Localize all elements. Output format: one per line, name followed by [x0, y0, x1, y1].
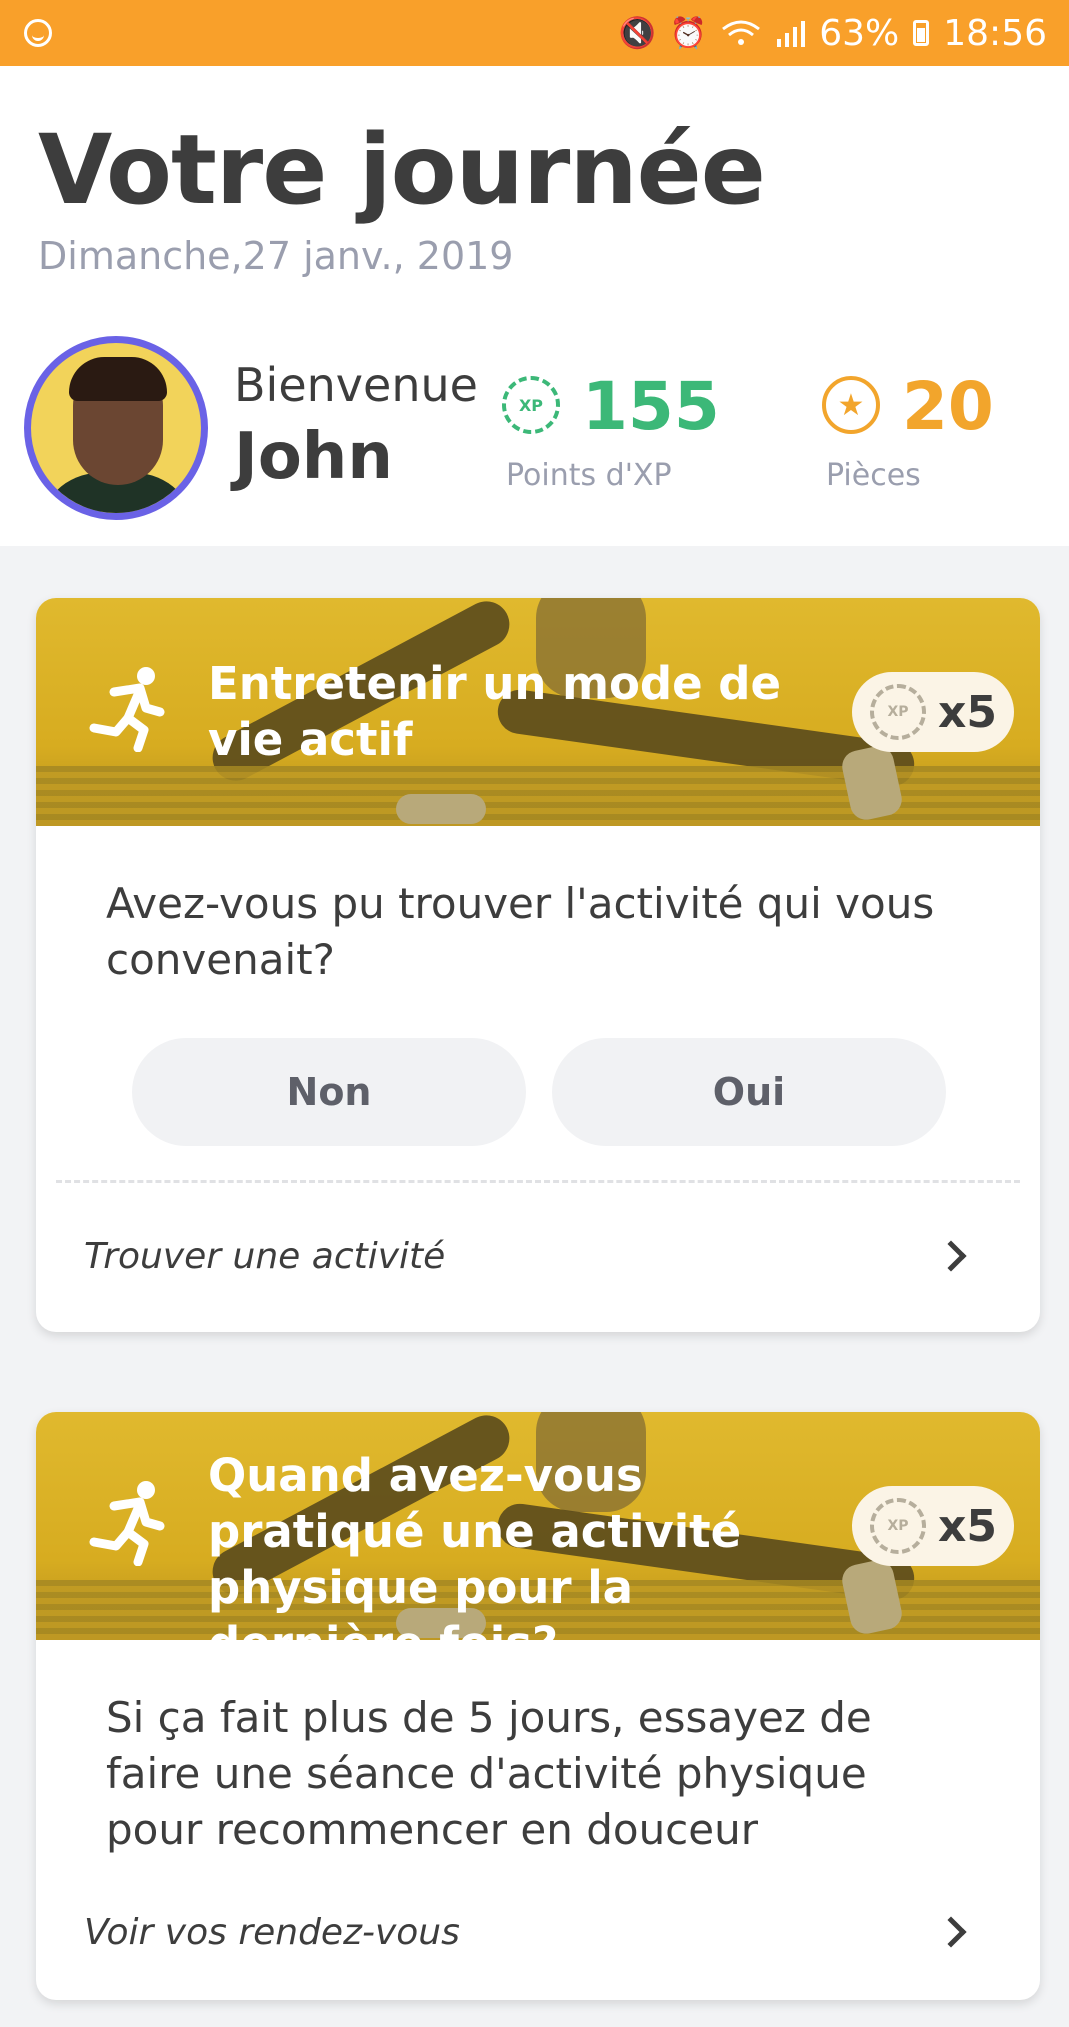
chevron-right-icon: [935, 1240, 967, 1272]
card-text: Si ça fait plus de 5 jours, essayez de f…: [106, 1693, 872, 1854]
page-title: Votre journée: [38, 114, 766, 226]
challenge-card-active-lifestyle: Entretenir un mode de vie actif XP x5 Av…: [36, 598, 1040, 1332]
card-question: Avez-vous pu trouver l'activité qui vous…: [106, 879, 935, 984]
card-banner: Entretenir un mode de vie actif XP x5: [36, 598, 1040, 826]
xp-badge-icon: XP: [870, 684, 926, 740]
link-label: Voir vos rendez-vous: [84, 1911, 460, 1953]
welcome-label: Bienvenue: [234, 358, 478, 412]
xp-points-value: 155: [582, 368, 720, 445]
running-person-icon: [84, 662, 174, 753]
signal-icon: [775, 19, 806, 47]
alarm-icon: ⏰: [669, 15, 708, 51]
answer-no-button[interactable]: Non: [132, 1038, 526, 1146]
wifi-icon: [721, 19, 761, 47]
running-person-icon: [84, 1476, 174, 1567]
header: Votre journée Dimanche,27 janv., 2019 Bi…: [0, 66, 1069, 546]
link-label: Trouver une activité: [84, 1235, 446, 1277]
xp-badge-icon: XP: [870, 1498, 926, 1554]
coins-label: Pièces: [826, 458, 921, 493]
xp-badge-icon: XP: [502, 376, 560, 434]
challenge-card-last-activity: Quand avez-vous pratiqué une activité ph…: [36, 1412, 1040, 2000]
avatar[interactable]: [24, 336, 208, 520]
multiplier-value: x5: [938, 686, 997, 738]
coins-value: 20: [902, 368, 994, 445]
answer-yes-button[interactable]: Oui: [552, 1038, 946, 1146]
card-title: Quand avez-vous pratiqué une activité ph…: [208, 1449, 742, 1640]
xp-points-label: Points d'XP: [506, 458, 672, 493]
status-bar: 🔇 ⏰ 63% 18:56: [0, 0, 1069, 66]
xp-multiplier-badge: XP x5: [852, 672, 1014, 752]
smiley-icon: [24, 19, 52, 47]
appointments-link[interactable]: Voir vos rendez-vous: [36, 1874, 1040, 1990]
card-title: Entretenir un mode de vie actif: [208, 657, 782, 766]
chevron-right-icon: [935, 1916, 967, 1948]
page-date: Dimanche,27 janv., 2019: [38, 234, 514, 278]
find-activity-link[interactable]: Trouver une activité: [36, 1198, 1040, 1314]
xp-multiplier-badge: XP x5: [852, 1486, 1014, 1566]
battery-icon: [913, 20, 930, 46]
coin-star-icon: ★: [822, 376, 880, 434]
status-time: 18:56: [943, 12, 1047, 54]
mute-icon: 🔇: [618, 15, 656, 51]
battery-percent: 63%: [819, 12, 900, 54]
multiplier-value: x5: [938, 1500, 997, 1552]
user-name: John: [234, 420, 393, 494]
divider: [56, 1180, 1020, 1183]
card-banner: Quand avez-vous pratiqué une activité ph…: [36, 1412, 1040, 1640]
